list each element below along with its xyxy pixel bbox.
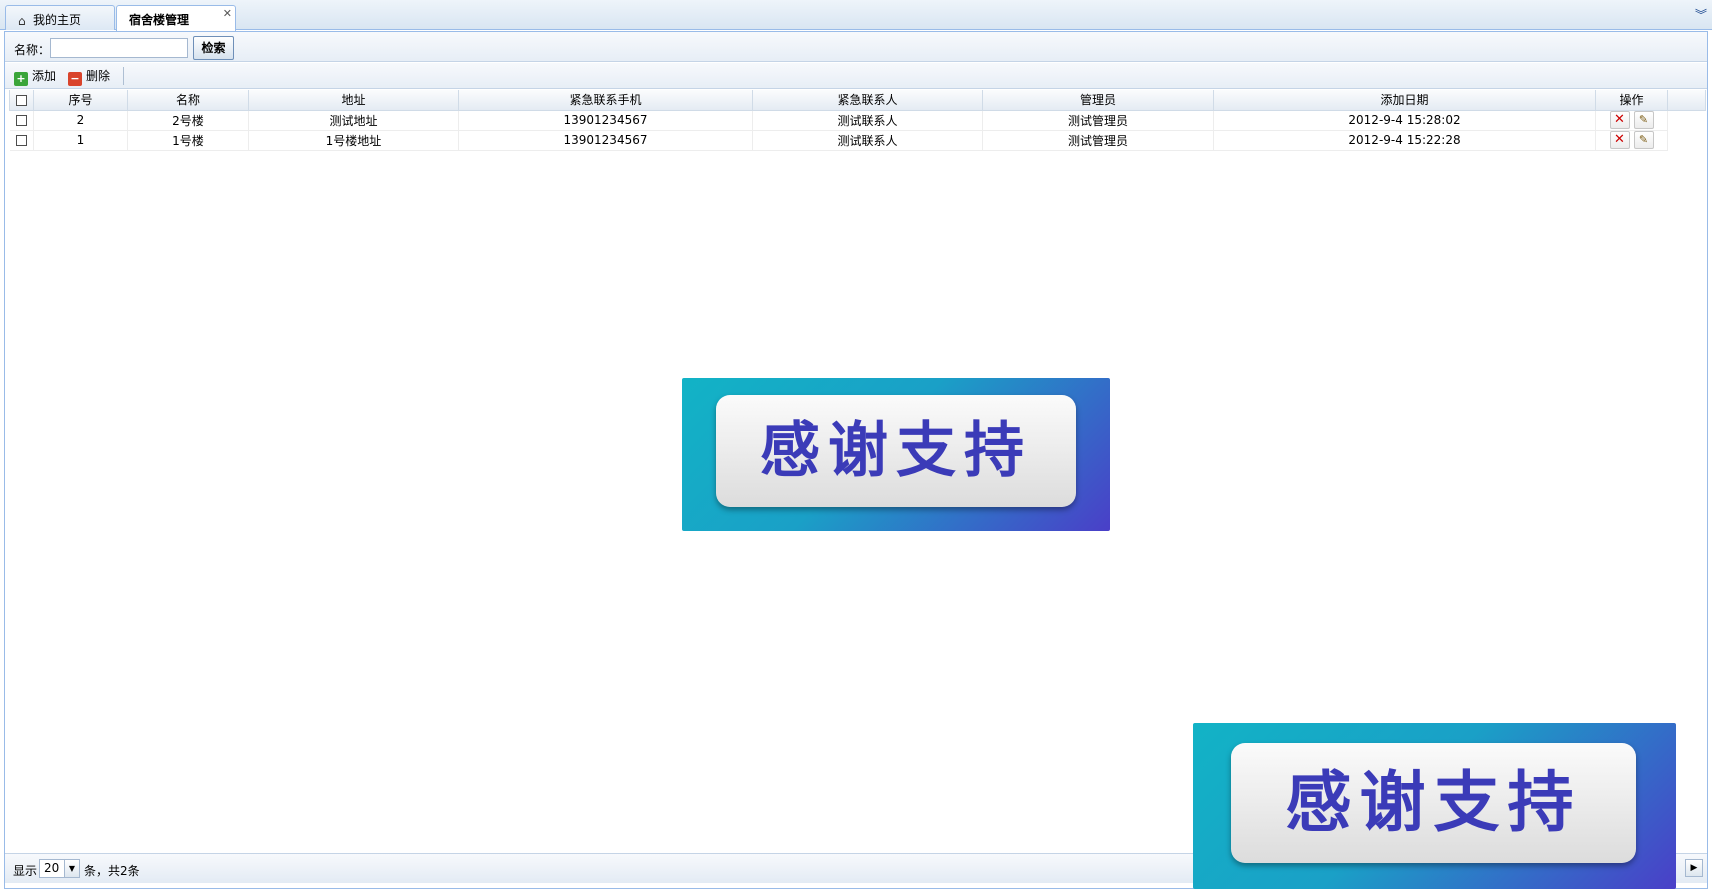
- cell-filler: [1668, 130, 1706, 150]
- col-header-ops: 操作: [1595, 90, 1668, 111]
- add-button[interactable]: + 添加: [14, 68, 57, 86]
- cell-filler: [1668, 110, 1706, 130]
- search-button[interactable]: 检索: [193, 36, 234, 60]
- col-header-phone[interactable]: 紧急联系手机: [458, 90, 753, 111]
- cell-ops: ✕ ✎: [1595, 130, 1668, 151]
- cell-phone: 13901234567: [458, 110, 753, 131]
- cell-contact: 测试联系人: [752, 130, 983, 151]
- delete-row-icon[interactable]: ✕: [1609, 131, 1630, 149]
- cell-seq: 1: [33, 130, 128, 151]
- tab-dorm-label: 宿舍楼管理: [129, 13, 190, 27]
- col-header-address[interactable]: 地址: [248, 90, 459, 111]
- row-checkbox[interactable]: [15, 135, 27, 146]
- toolbar-divider: [123, 67, 124, 85]
- tab-home-label: 我的主页: [33, 13, 82, 27]
- dropdown-arrow-icon: ▼: [64, 860, 79, 877]
- col-header-date[interactable]: 添加日期: [1213, 90, 1596, 111]
- dorm-table: 序号 名称 地址 紧急联系手机 紧急联系人 管理员 添加日期 操作 2 2号楼 …: [9, 90, 1706, 151]
- row-checkbox[interactable]: [15, 115, 27, 126]
- cell-admin: 测试管理员: [982, 110, 1214, 131]
- select-all-cell: [9, 90, 34, 111]
- delete-row-icon[interactable]: ✕: [1609, 111, 1630, 129]
- cell-phone: 13901234567: [458, 130, 753, 151]
- page-size-select[interactable]: 20 ▼: [39, 859, 80, 878]
- col-header-filler: [1667, 90, 1706, 111]
- thanks-banner: 感谢支持: [682, 378, 1110, 531]
- cell-address: 测试地址: [248, 110, 459, 131]
- edit-row-icon[interactable]: ✎: [1633, 131, 1654, 149]
- select-all-checkbox[interactable]: [16, 94, 27, 106]
- home-icon: ⌂: [18, 14, 26, 28]
- add-label: 添加: [32, 69, 57, 83]
- double-chevron-down-icon[interactable]: ︾: [1694, 7, 1708, 23]
- cell-contact: 测试联系人: [752, 110, 983, 131]
- add-icon: +: [14, 72, 28, 86]
- tab-bar: ⌂ 我的主页 宿舍楼管理 ✕ ︾: [0, 0, 1712, 31]
- search-bar: 名称： 检索: [5, 32, 1707, 62]
- table-header: 序号 名称 地址 紧急联系手机 紧急联系人 管理员 添加日期 操作: [9, 90, 1706, 111]
- delete-button[interactable]: − 删除: [68, 68, 111, 86]
- delete-icon: −: [68, 72, 82, 86]
- col-header-contact[interactable]: 紧急联系人: [752, 90, 983, 111]
- thanks-banner-corner: 感谢支持: [1193, 723, 1676, 889]
- next-page-icon[interactable]: ▶: [1685, 859, 1703, 877]
- page-size-value: 20: [44, 861, 60, 875]
- row-checkbox-cell: [9, 110, 34, 131]
- cell-ops: ✕ ✎: [1595, 110, 1668, 131]
- thanks-banner-corner-text: 感谢支持: [1231, 743, 1636, 863]
- cell-name: 2号楼: [127, 110, 249, 131]
- toolbar: + 添加 − 删除: [5, 63, 1707, 89]
- search-input[interactable]: [50, 38, 188, 58]
- delete-label: 删除: [86, 69, 111, 83]
- thanks-banner-text: 感谢支持: [716, 395, 1076, 507]
- table-row[interactable]: 1 1号楼 1号楼地址 13901234567 测试联系人 测试管理员 2012…: [9, 130, 1706, 151]
- col-header-admin[interactable]: 管理员: [982, 90, 1214, 111]
- cell-date: 2012-9-4 15:22:28: [1213, 130, 1596, 151]
- cell-name: 1号楼: [127, 130, 249, 151]
- pager-total-label: 条，共2条: [84, 864, 140, 878]
- col-header-seq[interactable]: 序号: [33, 90, 128, 111]
- tab-home[interactable]: ⌂ 我的主页: [5, 5, 115, 30]
- cell-admin: 测试管理员: [982, 130, 1214, 151]
- search-label: 名称：: [14, 43, 51, 57]
- row-checkbox-cell: [9, 130, 34, 151]
- edit-row-icon[interactable]: ✎: [1633, 111, 1654, 129]
- cell-address: 1号楼地址: [248, 130, 459, 151]
- cell-seq: 2: [33, 110, 128, 131]
- close-icon[interactable]: ✕: [223, 7, 232, 20]
- cell-date: 2012-9-4 15:28:02: [1213, 110, 1596, 131]
- pager-show-label: 显示: [13, 864, 38, 878]
- table-row[interactable]: 2 2号楼 测试地址 13901234567 测试联系人 测试管理员 2012-…: [9, 110, 1706, 131]
- col-header-name[interactable]: 名称: [127, 90, 249, 111]
- tab-dorm-management[interactable]: 宿舍楼管理 ✕: [116, 5, 236, 31]
